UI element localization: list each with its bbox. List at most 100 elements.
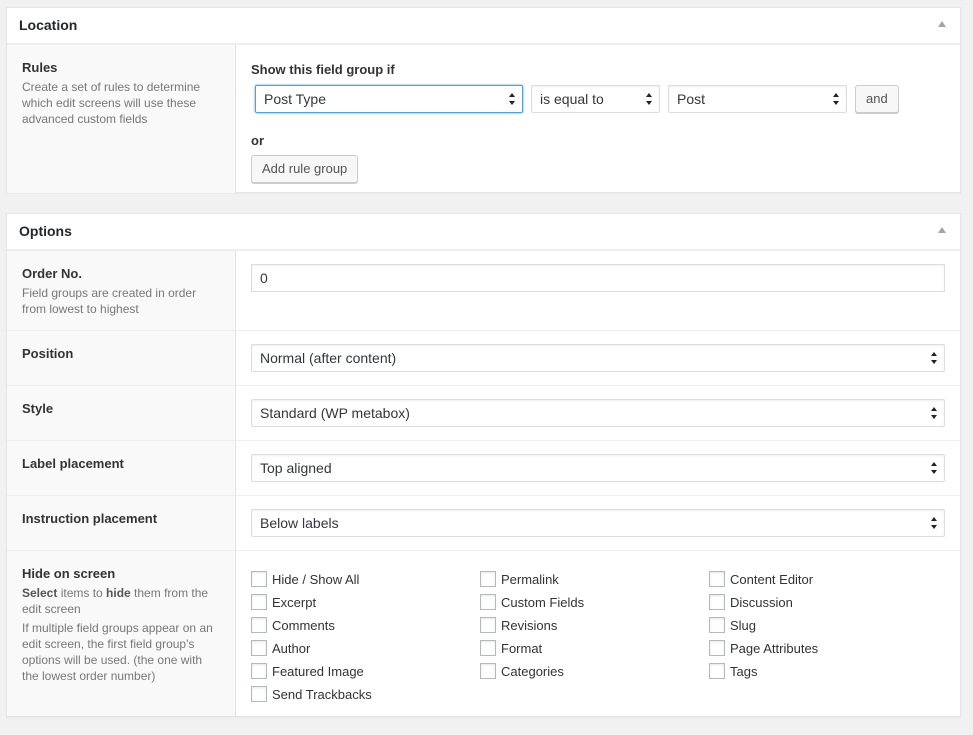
label-placement-label-col: Label placement <box>7 441 236 495</box>
select-arrows-icon <box>931 461 938 475</box>
instruction-placement-select[interactable]: Below labels <box>251 509 945 537</box>
options-box: Options Order No. Field groups are creat… <box>6 213 961 717</box>
checkbox[interactable] <box>251 617 267 633</box>
hide-on-screen-option[interactable]: Author <box>251 639 480 657</box>
rules-description: Create a set of rules to determine which… <box>22 80 201 126</box>
style-row: Style Standard (WP metabox) <box>7 385 960 440</box>
style-label-col: Style <box>7 386 236 440</box>
checkbox-label: Comments <box>272 617 335 633</box>
style-select[interactable]: Standard (WP metabox) <box>251 399 945 427</box>
hide-on-screen-option[interactable]: Permalink <box>480 570 709 588</box>
checkbox[interactable] <box>709 571 725 587</box>
checkbox-label: Hide / Show All <box>272 571 360 587</box>
hide-on-screen-option[interactable]: Tags <box>709 662 938 680</box>
checkbox[interactable] <box>480 594 496 610</box>
hide-on-screen-option[interactable]: Custom Fields <box>480 593 709 611</box>
rule-operator-select[interactable]: is equal to <box>531 85 660 113</box>
and-button[interactable]: and <box>855 85 899 113</box>
checkbox[interactable] <box>251 686 267 702</box>
checkbox[interactable] <box>709 617 725 633</box>
or-label: or <box>251 133 264 148</box>
hide-on-screen-option[interactable]: Hide / Show All <box>251 570 480 588</box>
checkbox-label: Page Attributes <box>730 640 819 656</box>
hide-on-screen-option[interactable]: Comments <box>251 616 480 634</box>
order-label-col: Order No. Field groups are created in or… <box>7 251 236 330</box>
hide-on-screen-option[interactable]: Discussion <box>709 593 938 611</box>
order-row: Order No. Field groups are created in or… <box>7 250 960 330</box>
checkbox[interactable] <box>480 640 496 656</box>
add-rule-group-button[interactable]: Add rule group <box>251 155 359 183</box>
desc-mid-text: items to <box>57 586 107 600</box>
checkbox-label: Content Editor <box>730 571 814 587</box>
hide-on-screen-option[interactable]: Categories <box>480 662 709 680</box>
hide-on-screen-option[interactable]: Page Attributes <box>709 639 938 657</box>
style-label: Style <box>22 401 54 416</box>
location-box: Location Rules Create a set of rules to … <box>6 7 961 193</box>
location-header: Location <box>7 8 960 44</box>
instruction-placement-label-col: Instruction placement <box>7 496 236 550</box>
position-select[interactable]: Normal (after content) <box>251 344 945 372</box>
instruction-placement-row: Instruction placement Below labels <box>7 495 960 550</box>
hide-on-screen-option[interactable]: Format <box>480 639 709 657</box>
instruction-placement-value: Below labels <box>260 515 339 531</box>
options-header: Options <box>7 214 960 250</box>
checkbox-label: Permalink <box>501 571 559 587</box>
hide-on-screen-row: Hide on screen Select items to hide them… <box>7 550 960 716</box>
collapse-toggle-icon[interactable] <box>938 227 946 233</box>
select-arrows-icon <box>509 92 516 106</box>
checkbox[interactable] <box>480 663 496 679</box>
position-value: Normal (after content) <box>260 350 397 366</box>
rule-line: Post Type is equal to Post and <box>251 85 945 113</box>
checkbox[interactable] <box>709 594 725 610</box>
select-arrows-icon <box>833 92 840 106</box>
rule-param-value: Post Type <box>264 91 327 107</box>
checkbox-label: Format <box>501 640 543 656</box>
checkbox-label: Slug <box>730 617 757 633</box>
rule-param-select[interactable]: Post Type <box>255 85 523 113</box>
order-label: Order No. <box>22 266 82 281</box>
style-input-col: Standard (WP metabox) <box>236 386 960 440</box>
collapse-toggle-icon[interactable] <box>938 21 946 27</box>
checkbox[interactable] <box>251 571 267 587</box>
checkbox[interactable] <box>709 663 725 679</box>
hide-on-screen-option[interactable]: Send Trackbacks <box>251 685 480 703</box>
show-if-label: Show this field group if <box>251 62 395 77</box>
checkbox[interactable] <box>709 640 725 656</box>
label-placement-value: Top aligned <box>260 460 332 476</box>
rule-value-value: Post <box>677 91 706 107</box>
checkbox[interactable] <box>480 571 496 587</box>
rule-operator-value: is equal to <box>540 91 604 107</box>
style-value: Standard (WP metabox) <box>260 405 410 421</box>
rules-row: Rules Create a set of rules to determine… <box>7 44 960 193</box>
checkbox-label: Tags <box>730 663 758 679</box>
order-description: Field groups are created in order from l… <box>22 286 197 316</box>
checkbox-label: Author <box>272 640 311 656</box>
location-title: Location <box>19 17 78 33</box>
checkbox[interactable] <box>251 594 267 610</box>
hide-on-screen-option[interactable]: Slug <box>709 616 938 634</box>
checkbox[interactable] <box>251 663 267 679</box>
rule-value-select[interactable]: Post <box>668 85 847 113</box>
rules-label: Rules <box>22 60 58 75</box>
label-placement-input-col: Top aligned <box>236 441 960 495</box>
select-arrows-icon <box>646 92 653 106</box>
hide-on-screen-option[interactable]: Excerpt <box>251 593 480 611</box>
checkbox-label: Categories <box>501 663 564 679</box>
checkbox-label: Revisions <box>501 617 558 633</box>
select-arrows-icon <box>931 351 938 365</box>
checkbox-label: Send Trackbacks <box>272 686 372 702</box>
order-number-input[interactable]: 0 <box>251 264 945 292</box>
position-input-col: Normal (after content) <box>236 331 960 385</box>
checkbox[interactable] <box>251 640 267 656</box>
hide-on-screen-option[interactable]: Content Editor <box>709 570 938 588</box>
hide-on-screen-option[interactable]: Revisions <box>480 616 709 634</box>
label-placement-select[interactable]: Top aligned <box>251 454 945 482</box>
instruction-placement-input-col: Below labels <box>236 496 960 550</box>
hide-on-screen-label-col: Hide on screen Select items to hide them… <box>7 551 236 716</box>
hide-on-screen-description: Select items to hide them from the edit … <box>22 585 220 617</box>
options-title: Options <box>19 223 72 239</box>
hide-on-screen-option[interactable]: Featured Image <box>251 662 480 680</box>
checkbox-label: Excerpt <box>272 594 317 610</box>
checkbox[interactable] <box>480 617 496 633</box>
select-arrows-icon <box>931 516 938 530</box>
